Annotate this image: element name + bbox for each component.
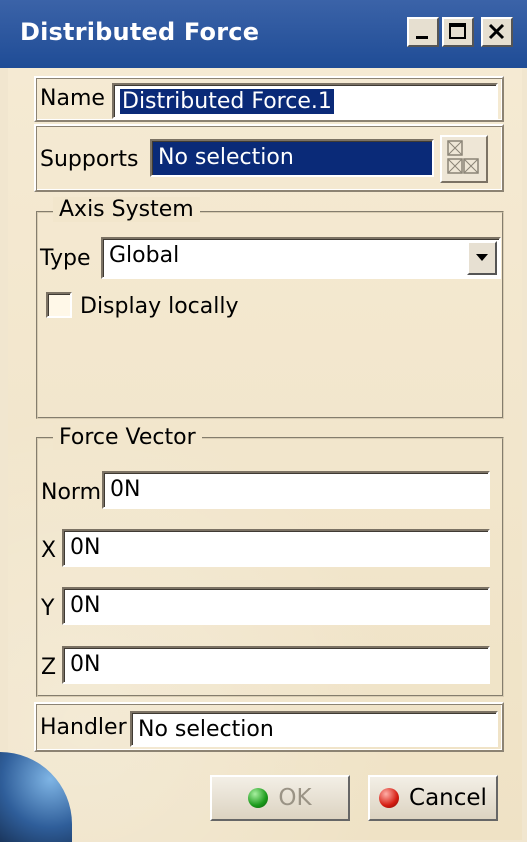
ok-icon <box>248 788 269 808</box>
type-dropdown[interactable]: Global <box>101 237 501 279</box>
norm-field[interactable]: 0N <box>102 471 490 509</box>
minimize-icon <box>416 36 428 39</box>
maximize-button[interactable] <box>442 17 474 47</box>
chevron-down-icon <box>476 254 488 261</box>
selection-icon <box>447 140 479 174</box>
window-title: Distributed Force <box>20 18 260 46</box>
handler-group: Handler No selection <box>34 702 504 752</box>
name-value: Distributed Force.1 <box>120 89 334 114</box>
name-field[interactable]: Distributed Force.1 <box>112 83 498 119</box>
close-button[interactable] <box>481 17 513 47</box>
type-label: Type <box>40 246 91 271</box>
supports-label: Supports <box>40 147 139 172</box>
name-label: Name <box>40 86 105 111</box>
axis-system-legend: Axis System <box>53 197 200 222</box>
z-field[interactable]: 0N <box>62 646 490 684</box>
type-value: Global <box>109 243 180 268</box>
cancel-button[interactable]: Cancel <box>368 775 498 821</box>
supports-field[interactable]: No selection <box>150 139 434 177</box>
x-field[interactable]: 0N <box>62 529 490 567</box>
ok-label: OK <box>278 785 312 811</box>
supports-select-button[interactable] <box>440 135 488 183</box>
y-field[interactable]: 0N <box>62 587 490 625</box>
close-icon <box>488 23 505 40</box>
handler-label: Handler <box>40 715 127 740</box>
x-label: X <box>41 538 57 563</box>
handler-field[interactable]: No selection <box>130 711 498 747</box>
ok-button[interactable]: OK <box>210 775 350 821</box>
title-bar[interactable]: Distributed Force <box>0 0 527 68</box>
force-vector-legend: Force Vector <box>53 425 202 450</box>
cancel-icon <box>379 788 400 808</box>
cancel-label: Cancel <box>409 785 487 811</box>
name-group: Name Distributed Force.1 <box>34 76 504 122</box>
minimize-button[interactable] <box>407 17 439 47</box>
display-locally-label: Display locally <box>80 294 239 319</box>
y-label: Y <box>41 596 55 621</box>
display-locally-checkbox[interactable] <box>46 292 72 318</box>
z-label: Z <box>41 655 57 680</box>
norm-label: Norm <box>41 480 102 505</box>
type-dropdown-button[interactable] <box>467 241 497 275</box>
maximize-icon <box>449 23 466 39</box>
supports-group: Supports No selection <box>34 124 504 192</box>
